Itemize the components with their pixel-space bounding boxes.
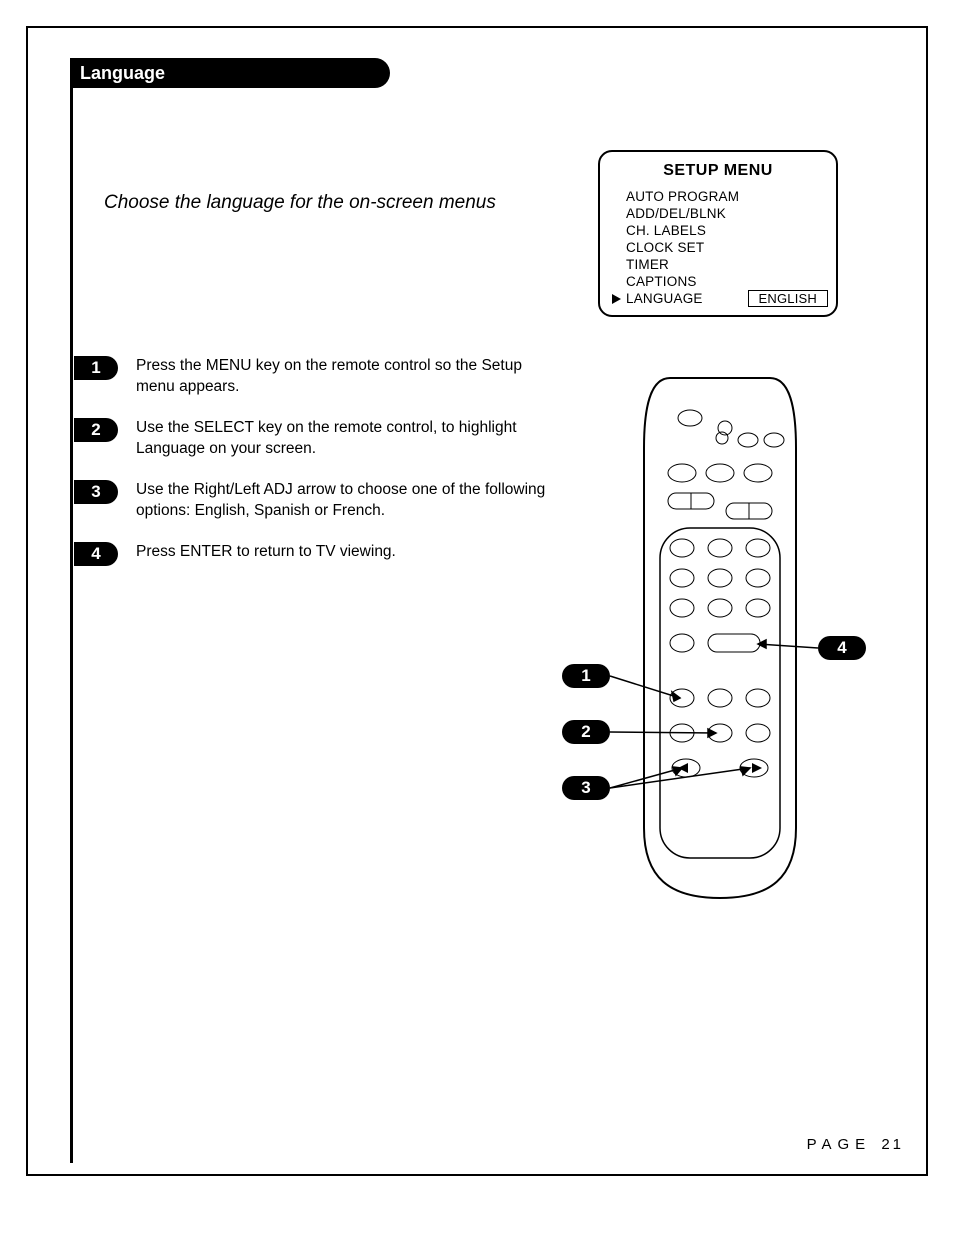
remote-callout-1: 1 <box>562 664 610 688</box>
step-text: Use the Right/Left ADJ arrow to choose o… <box>136 480 546 522</box>
intro-text: Choose the language for the on-screen me… <box>104 192 496 214</box>
menu-item: AUTO PROGRAM <box>612 188 824 205</box>
step-number-badge: 4 <box>74 542 118 566</box>
setup-menu-title: SETUP MENU <box>612 162 824 180</box>
step-text: Press ENTER to return to TV viewing. <box>136 542 396 563</box>
remote-callout-3: 3 <box>562 776 610 800</box>
setup-menu-box: SETUP MENU AUTO PROGRAM ADD/DEL/BLNK CH.… <box>598 150 838 317</box>
menu-item: CH. LABELS <box>612 222 824 239</box>
steps-list: 1 Press the MENU key on the remote contr… <box>74 356 554 586</box>
remote-callout-2: 2 <box>562 720 610 744</box>
menu-item: TIMER <box>612 256 824 273</box>
step: 4 Press ENTER to return to TV viewing. <box>74 542 554 566</box>
step-text: Press the MENU key on the remote control… <box>136 356 546 398</box>
menu-item-label: LANGUAGE <box>626 291 703 306</box>
menu-item: ADD/DEL/BLNK <box>612 205 824 222</box>
step: 1 Press the MENU key on the remote contr… <box>74 356 554 398</box>
page-footer: PAGE 21 <box>807 1136 904 1153</box>
step-number-badge: 1 <box>74 356 118 380</box>
step: 2 Use the SELECT key on the remote contr… <box>74 418 554 460</box>
remote-callout-4: 4 <box>818 636 866 660</box>
menu-item: CAPTIONS <box>612 273 824 290</box>
step-number-badge: 2 <box>74 418 118 442</box>
vertical-rule <box>70 58 73 1163</box>
step-number-badge: 3 <box>74 480 118 504</box>
menu-item-value: ENGLISH <box>748 290 828 307</box>
footer-label: PAGE <box>807 1136 872 1153</box>
footer-page-number: 21 <box>881 1136 904 1153</box>
step: 3 Use the Right/Left ADJ arrow to choose… <box>74 480 554 522</box>
section-tab: Language <box>70 58 390 88</box>
menu-item: CLOCK SET <box>612 239 824 256</box>
menu-item-selected: LANGUAGE ENGLISH <box>612 290 824 307</box>
remote-diagram: 1 2 3 4 <box>560 368 900 928</box>
step-text: Use the SELECT key on the remote control… <box>136 418 546 460</box>
